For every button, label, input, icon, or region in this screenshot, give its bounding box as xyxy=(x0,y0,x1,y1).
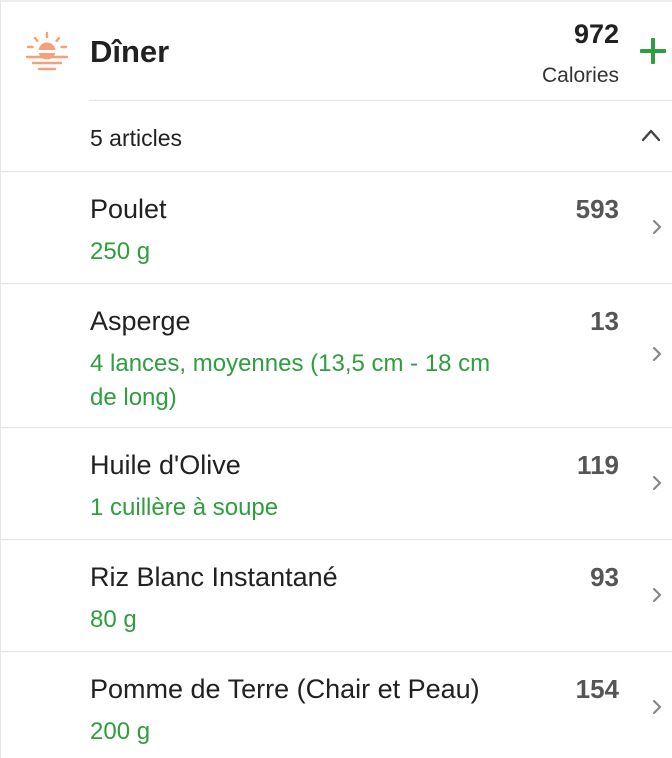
chevron-right-icon xyxy=(652,699,662,715)
food-name: Poulet xyxy=(90,194,167,224)
food-calories: 119 xyxy=(577,450,619,480)
food-item-huile-olive[interactable]: Huile d'Olive 119 1 cuillère à soupe xyxy=(1,428,672,539)
food-quantity: 4 lances, moyennes (13,5 cm - 18 cm de l… xyxy=(90,350,491,411)
meal-title: Dîner xyxy=(90,34,170,69)
meal-card: Dîner 972 Calories 5 articles Poulet 593… xyxy=(0,0,672,758)
food-calories: 593 xyxy=(575,194,619,224)
food-quantity: 250 g xyxy=(90,238,151,265)
chevron-right-icon xyxy=(652,346,662,362)
food-name: Riz Blanc Instantané xyxy=(90,562,338,592)
chevron-right-icon xyxy=(652,475,662,491)
sunset-icon xyxy=(25,31,69,71)
food-calories: 93 xyxy=(590,562,619,592)
food-name: Asperge xyxy=(90,306,191,336)
meal-calories-label: Calories xyxy=(541,64,619,87)
items-summary-toggle[interactable]: 5 articles xyxy=(1,101,672,172)
food-calories: 13 xyxy=(590,306,619,336)
add-food-button[interactable] xyxy=(638,36,668,66)
food-quantity: 200 g xyxy=(90,718,151,745)
item-count: 5 articles xyxy=(90,125,183,151)
food-name: Huile d'Olive xyxy=(90,450,241,480)
food-item-riz-blanc[interactable]: Riz Blanc Instantané 93 80 g xyxy=(1,540,672,651)
food-name: Pomme de Terre (Chair et Peau) xyxy=(90,674,480,704)
food-item-poulet[interactable]: Poulet 593 250 g xyxy=(1,172,672,283)
food-calories: 154 xyxy=(575,674,619,704)
food-quantity: 1 cuillère à soupe xyxy=(90,494,279,521)
food-quantity: 80 g xyxy=(90,606,137,633)
food-item-asperge[interactable]: Asperge 13 4 lances, moyennes (13,5 cm -… xyxy=(1,284,672,427)
chevron-right-icon xyxy=(652,587,662,603)
chevron-right-icon xyxy=(652,219,662,235)
food-item-pomme-de-terre[interactable]: Pomme de Terre (Chair et Peau) 154 200 g xyxy=(1,652,672,758)
chevron-up-icon xyxy=(641,129,661,142)
meal-header: Dîner 972 Calories xyxy=(1,0,672,101)
meal-calories-value: 972 xyxy=(573,19,619,49)
